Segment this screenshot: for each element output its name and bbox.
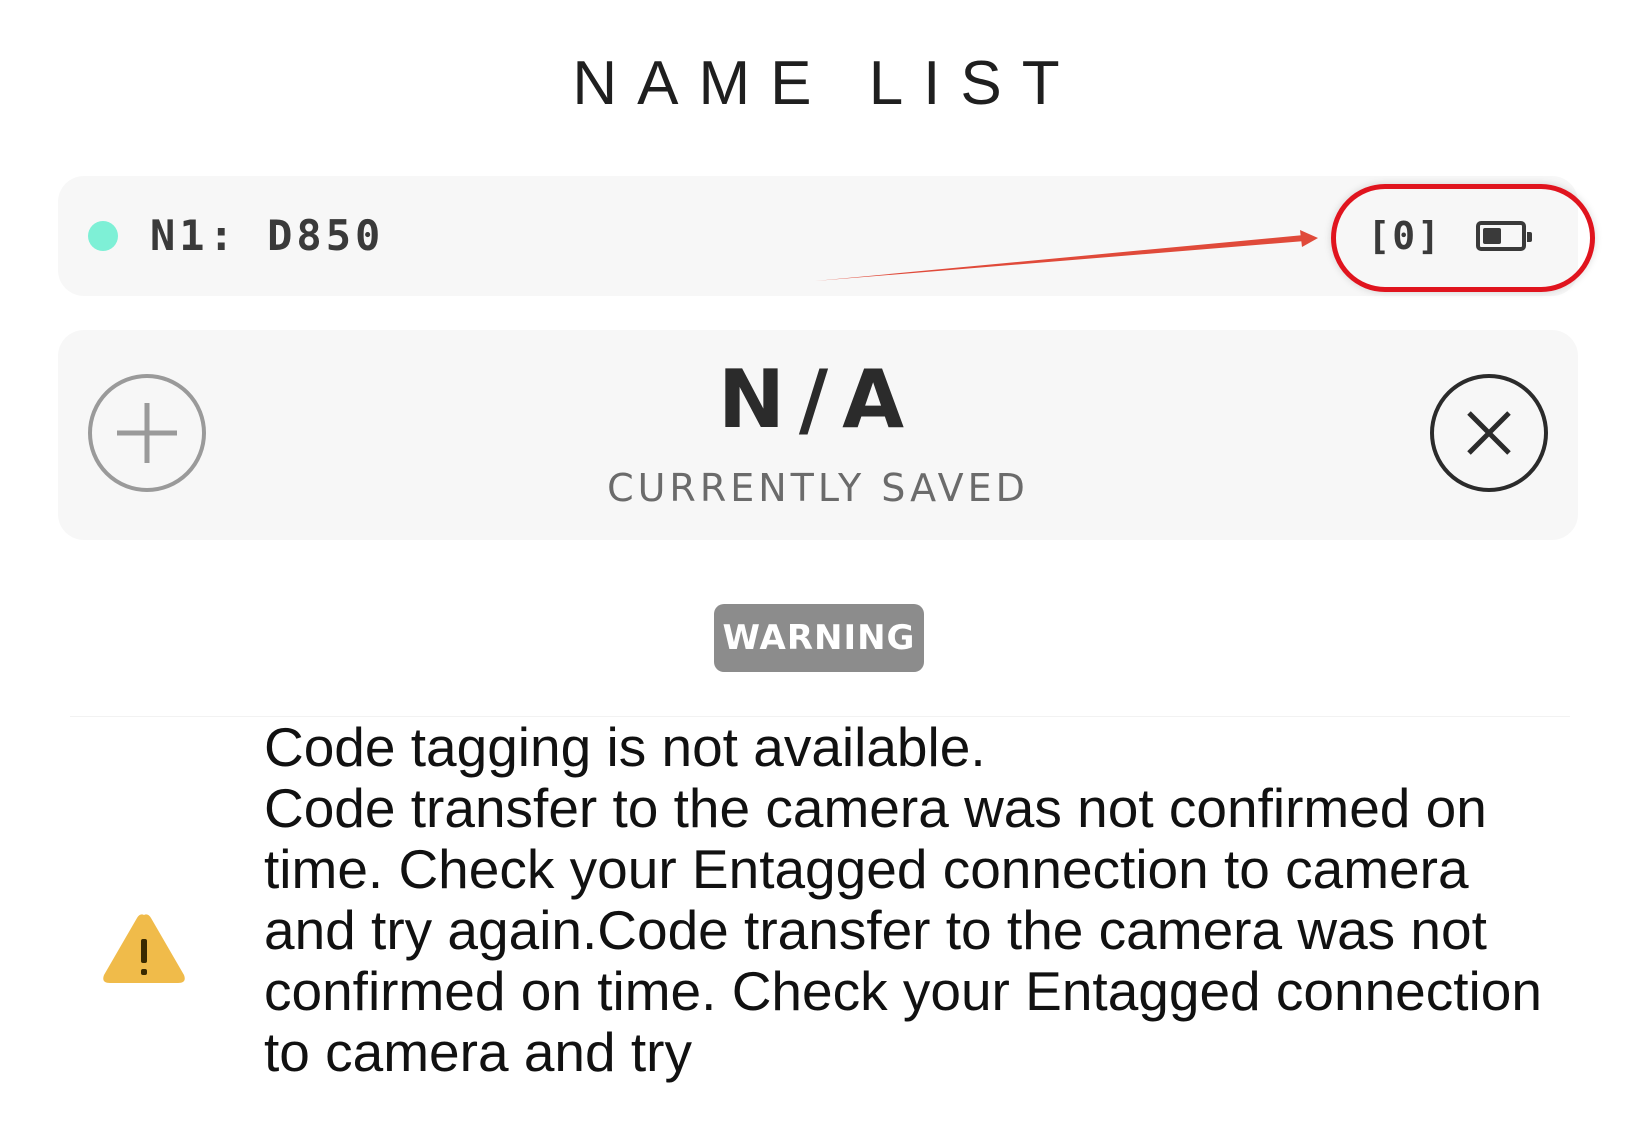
warning-message: Code tagging is not available. Code tran… (264, 716, 1542, 1083)
warning-triangle-icon (103, 914, 185, 983)
device-name: N1: D850 (150, 211, 385, 260)
page-title: NAME LIST (572, 49, 1080, 118)
warning-exclamation-bar (141, 939, 147, 963)
saved-label: CURRENTLY SAVED (607, 466, 1029, 510)
close-circle-icon (1467, 411, 1511, 455)
connection-status-dot (88, 221, 118, 251)
warning-message-panel: Code tagging is not available. Code tran… (70, 716, 1570, 1087)
warning-exclamation-dot (141, 969, 147, 975)
annotation-highlight-ring (1331, 184, 1595, 292)
warning-badge: WARNING (714, 604, 924, 672)
saved-name-card: N/A CURRENTLY SAVED (58, 330, 1578, 540)
saved-value: N/A (717, 353, 919, 446)
remove-button[interactable] (1430, 374, 1548, 492)
